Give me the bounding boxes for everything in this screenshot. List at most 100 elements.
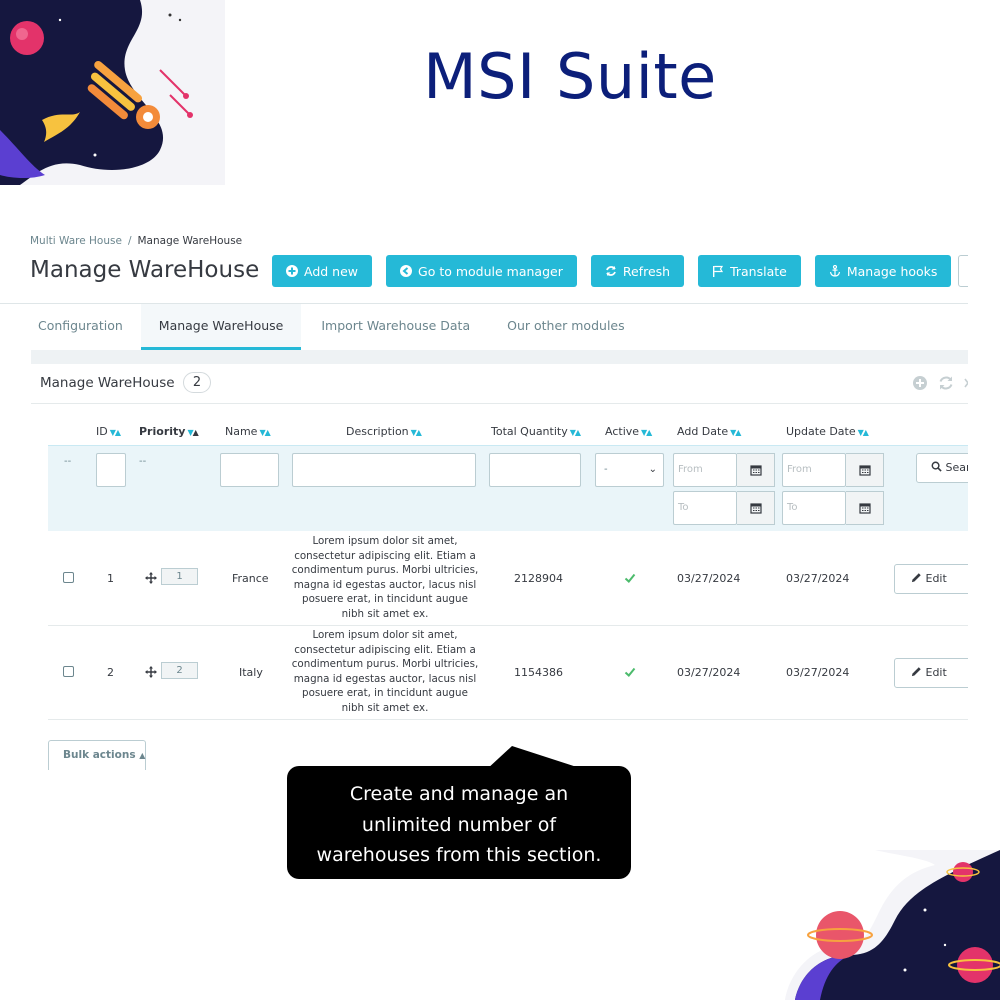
filter-active-value: -: [604, 464, 608, 475]
anchor-icon: [829, 265, 840, 277]
active-check-icon[interactable]: [624, 572, 636, 584]
row-update-date: 03/27/2024: [786, 666, 850, 679]
col-name[interactable]: Name ▼▲: [225, 425, 271, 438]
sort-arrows-icon[interactable]: ▼▲: [858, 428, 869, 437]
col-active[interactable]: Active ▼▲: [605, 425, 652, 438]
add-date-to-input[interactable]: To: [673, 491, 737, 525]
pencil-icon: [911, 667, 921, 677]
content-background: [31, 350, 968, 364]
position-input[interactable]: 1: [161, 568, 198, 585]
col-update-date-label: Update Date: [786, 425, 856, 438]
refresh-button[interactable]: Refresh: [590, 255, 685, 287]
breadcrumb-current: Manage WareHouse: [137, 235, 243, 247]
row-checkbox[interactable]: [63, 666, 74, 677]
col-total-quantity-label: Total Quantity: [491, 425, 568, 438]
add-new-label: Add new: [304, 263, 359, 279]
caret-up-icon: ▲: [139, 751, 146, 760]
filter-id-input[interactable]: [96, 453, 126, 487]
sort-arrows-icon[interactable]: ▼▲: [730, 428, 741, 437]
edit-label: Edit: [925, 572, 947, 585]
space-illustration-top-left: [0, 0, 225, 185]
more-toolbar-button[interactable]: [958, 255, 968, 287]
manage-hooks-button[interactable]: Manage hooks: [814, 255, 952, 287]
col-update-date[interactable]: Update Date ▼▲: [786, 425, 869, 438]
close-icon[interactable]: [962, 375, 968, 391]
col-description-label: Description: [346, 425, 409, 438]
row-checkbox[interactable]: [63, 572, 74, 583]
col-priority[interactable]: Priority ▼▲: [139, 425, 199, 438]
refresh-label: Refresh: [622, 263, 671, 279]
sort-arrows-icon[interactable]: ▼▲: [641, 428, 652, 437]
breadcrumb-parent[interactable]: Multi Ware House: [30, 235, 122, 247]
refresh-list-icon[interactable]: [938, 375, 954, 391]
calendar-icon[interactable]: [737, 491, 775, 525]
position-input[interactable]: 2: [161, 662, 198, 679]
page-title: Manage WareHouse: [30, 257, 260, 283]
admin-screenshot: Multi Ware House / Manage WareHouse Manage…: [0, 225, 968, 770]
edit-button[interactable]: Edit: [894, 564, 968, 594]
sort-arrows-icon[interactable]: ▼▲: [411, 428, 422, 437]
col-description[interactable]: Description ▼▲: [346, 425, 422, 438]
breadcrumb-separator: /: [127, 235, 132, 247]
row-id: 1: [107, 572, 114, 585]
flag-icon: [713, 265, 724, 277]
table-header: ID ▼▲ Priority ▼▲ Name ▼▲ Description ▼▲ Tot…: [48, 420, 968, 444]
row-name: Italy: [239, 666, 263, 679]
filter-row: -- -- - ⌄ From To From To Search: [48, 445, 968, 531]
sort-arrows-icon[interactable]: ▼▲: [187, 428, 198, 437]
calendar-icon[interactable]: [737, 453, 775, 487]
tab-import-warehouse-data[interactable]: Import Warehouse Data: [301, 304, 488, 350]
calendar-icon[interactable]: [846, 453, 884, 487]
table-row: 2 2 Italy Lorem ipsum dolor sit amet, co…: [48, 626, 968, 720]
row-id: 2: [107, 666, 114, 679]
calendar-icon[interactable]: [846, 491, 884, 525]
translate-button[interactable]: Translate: [698, 255, 801, 287]
filter-active-select[interactable]: - ⌄: [595, 453, 664, 487]
update-date-to-input[interactable]: To: [782, 491, 846, 525]
col-id[interactable]: ID ▼▲: [96, 425, 121, 438]
filter-quantity-input[interactable]: [489, 453, 581, 487]
callout-line-1: Create and manage an: [349, 783, 569, 805]
row-add-date: 03/27/2024: [677, 666, 741, 679]
sort-arrows-icon[interactable]: ▼▲: [110, 428, 121, 437]
update-date-from-input[interactable]: From: [782, 453, 846, 487]
space-illustration-bottom-right: [785, 850, 1000, 1000]
priority-filter-dash: --: [139, 456, 147, 467]
tab-manage-warehouse[interactable]: Manage WareHouse: [140, 304, 302, 350]
col-add-date[interactable]: Add Date ▼▲: [677, 425, 741, 438]
add-date-from-input[interactable]: From: [673, 453, 737, 487]
table-row: 1 1 France Lorem ipsum dolor sit amet, c…: [48, 532, 968, 626]
banner-title: MSI Suite: [423, 40, 717, 113]
search-button[interactable]: Search: [916, 453, 968, 483]
sort-arrows-icon[interactable]: ▼▲: [259, 428, 270, 437]
col-name-label: Name: [225, 425, 258, 438]
sort-arrows-icon[interactable]: ▼▲: [570, 428, 581, 437]
panel-title: Manage WareHouse: [40, 375, 175, 391]
callout-text: Create and manage an unlimited number of…: [287, 779, 631, 871]
col-total-quantity[interactable]: Total Quantity ▼▲: [491, 425, 581, 438]
refresh-icon: [606, 266, 616, 276]
col-active-label: Active: [605, 425, 640, 438]
drag-handle-icon[interactable]: [145, 572, 157, 584]
search-label: Search: [945, 461, 969, 474]
row-description: Lorem ipsum dolor sit amet, consectetur …: [291, 535, 479, 620]
add-circle-icon[interactable]: [912, 375, 928, 391]
active-check-icon[interactable]: [624, 666, 636, 678]
translate-label: Translate: [730, 263, 787, 279]
tab-bar: Configuration Manage WareHouse Import Wa…: [20, 304, 643, 350]
filter-name-input[interactable]: [220, 453, 279, 487]
drag-handle-icon[interactable]: [145, 666, 157, 678]
edit-button[interactable]: Edit: [894, 658, 968, 688]
tab-configuration[interactable]: Configuration: [20, 304, 141, 350]
module-manager-label: Go to module manager: [418, 263, 563, 279]
pencil-icon: [911, 573, 921, 583]
filter-description-input[interactable]: [292, 453, 476, 487]
bulk-actions-button[interactable]: Bulk actions ▲: [48, 740, 146, 770]
row-description: Lorem ipsum dolor sit amet, consectetur …: [291, 629, 479, 714]
tab-our-other-modules[interactable]: Our other modules: [488, 304, 643, 350]
breadcrumb: Multi Ware House / Manage WareHouse: [30, 235, 242, 247]
panel-heading: Manage WareHouse 2: [31, 364, 968, 404]
manage-hooks-label: Manage hooks: [846, 263, 938, 279]
module-manager-button[interactable]: Go to module manager: [386, 255, 577, 287]
add-new-button[interactable]: Add new: [272, 255, 373, 287]
